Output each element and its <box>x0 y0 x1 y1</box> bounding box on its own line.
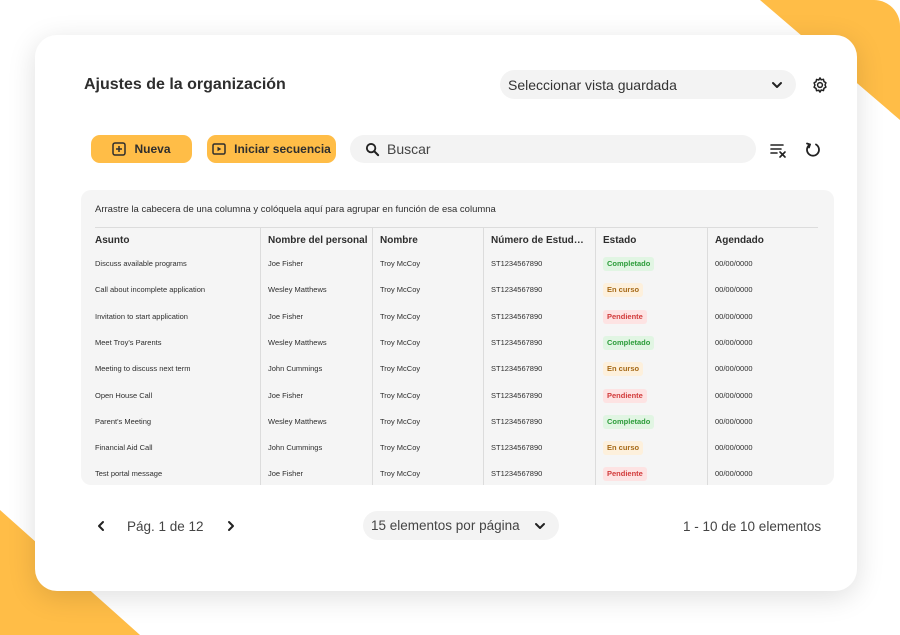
cell-staff: Wesley Matthews <box>268 416 327 426</box>
cell-staff: Joe Fisher <box>268 311 304 321</box>
status-badge: En curso <box>603 441 644 456</box>
status-badge: Pendiente <box>603 388 647 403</box>
table-row[interactable]: Test portal message Joe Fisher Troy McCoy S… <box>81 467 834 485</box>
cell-student-number: ST1234567890 <box>491 416 543 426</box>
table-row[interactable]: Financial Aid Call John Cummings Troy McCo… <box>81 441 834 468</box>
cell-staff: Wesley Matthews <box>268 337 327 347</box>
cell-scheduled: 00/00/0000 <box>715 469 753 479</box>
data-table: Arrastre la cabecera de una columna y co… <box>81 190 834 485</box>
chevron-right-icon[interactable] <box>225 520 237 532</box>
cell-staff: Joe Fisher <box>268 469 304 479</box>
cell-scheduled: 00/00/0000 <box>715 337 753 347</box>
cell-student-number: ST1234567890 <box>491 390 543 400</box>
cell-name: Troy McCoy <box>380 390 421 400</box>
cell-student-number: ST1234567890 <box>491 469 543 479</box>
cell-student-number: ST1234567890 <box>491 364 543 374</box>
cell-name: Troy McCoy <box>380 443 421 453</box>
search-icon <box>365 142 380 156</box>
cell-staff: John Cummings <box>268 443 323 453</box>
status-badge: Completado <box>603 335 655 350</box>
cell-student-number: ST1234567890 <box>491 311 543 321</box>
column-header-staff[interactable]: Nombre del personal <box>268 235 367 246</box>
table-row[interactable]: Meet Troy's Parents Wesley Matthews Troy M… <box>81 335 834 363</box>
cell-name: Troy McCoy <box>380 311 421 321</box>
items-range: 1 - 10 de 10 elementos <box>683 519 822 534</box>
new-button-label: Nueva <box>134 142 171 156</box>
table-row[interactable]: Call about incomplete application Wesley … <box>81 283 834 310</box>
header-divider <box>95 227 818 228</box>
add-square-icon <box>112 142 127 156</box>
cell-name: Troy McCoy <box>380 469 421 479</box>
cell-subject: Invitation to start application <box>95 311 188 321</box>
search-bar <box>350 135 756 163</box>
cell-scheduled: 00/00/0000 <box>715 285 753 295</box>
cell-student-number: ST1234567890 <box>491 285 543 295</box>
cell-name: Troy McCoy <box>380 416 421 426</box>
status-badge: Completado <box>603 414 655 429</box>
new-button[interactable]: Nueva <box>91 135 192 163</box>
column-header-student-number[interactable]: Número de Estud… <box>491 235 584 246</box>
table-row[interactable]: Parent's Meeting Wesley Matthews Troy McCo… <box>81 414 834 442</box>
cell-student-number: ST1234567890 <box>491 337 543 347</box>
cell-subject: Meet Troy's Parents <box>95 337 162 347</box>
items-per-page-select[interactable]: 15 elementos por página <box>363 511 559 540</box>
cell-scheduled: 00/00/0000 <box>715 390 753 400</box>
column-header-status[interactable]: Estado <box>603 235 636 246</box>
start-sequence-button[interactable]: Iniciar secuencia <box>207 135 336 163</box>
cell-scheduled: 00/00/0000 <box>715 259 753 268</box>
items-per-page-label: 15 elementos por página <box>371 518 520 533</box>
status-badge: En curso <box>603 283 644 298</box>
table-row[interactable]: Open House Call Joe Fisher Troy McCoy ST123… <box>81 388 834 416</box>
cell-subject: Discuss available programs <box>95 259 187 268</box>
page-title: Ajustes de la organización <box>84 76 286 93</box>
play-square-icon <box>212 143 226 155</box>
cell-name: Troy McCoy <box>380 285 421 295</box>
column-header-scheduled[interactable]: Agendado <box>715 235 764 246</box>
column-header-name[interactable]: Nombre <box>380 235 418 246</box>
search-input[interactable] <box>387 141 744 157</box>
cell-student-number: ST1234567890 <box>491 259 543 268</box>
cell-subject: Parent's Meeting <box>95 416 152 426</box>
status-badge: En curso <box>603 362 644 377</box>
gear-icon[interactable] <box>811 76 829 94</box>
status-badge: Pendiente <box>603 309 647 324</box>
table-row[interactable]: Discuss available programs Joe Fisher Troy… <box>81 257 834 284</box>
cell-subject: Financial Aid Call <box>95 443 153 453</box>
cell-subject: Test portal message <box>95 469 163 479</box>
cell-scheduled: 00/00/0000 <box>715 311 753 321</box>
cell-scheduled: 00/00/0000 <box>715 416 753 426</box>
saved-view-label: Seleccionar vista guardada <box>508 76 677 93</box>
table-row[interactable]: Meeting to discuss next term John Cumming… <box>81 362 834 389</box>
cell-staff: Wesley Matthews <box>268 285 327 295</box>
refresh-icon[interactable] <box>804 141 822 159</box>
chevron-down-icon <box>535 522 545 529</box>
cell-name: Troy McCoy <box>380 337 421 347</box>
page-indicator: Pág. 1 de 12 <box>127 519 204 534</box>
cell-subject: Open House Call <box>95 390 153 400</box>
cell-scheduled: 00/00/0000 <box>715 364 753 374</box>
status-badge: Completado <box>603 257 655 271</box>
chevron-down-icon <box>772 81 782 88</box>
cell-name: Troy McCoy <box>380 364 421 374</box>
cell-scheduled: 00/00/0000 <box>715 443 753 453</box>
cell-staff: Joe Fisher <box>268 390 304 400</box>
cell-subject: Meeting to discuss next term <box>95 364 191 374</box>
cell-staff: Joe Fisher <box>268 259 304 268</box>
group-drop-zone[interactable]: Arrastre la cabecera de una columna y co… <box>95 204 496 215</box>
cell-name: Troy McCoy <box>380 259 421 268</box>
status-badge: Pendiente <box>603 467 647 482</box>
clear-filter-icon[interactable] <box>770 141 788 159</box>
table-row[interactable]: Invitation to start application Joe Fishe… <box>81 309 834 337</box>
column-header-subject[interactable]: Asunto <box>95 235 129 246</box>
chevron-left-icon[interactable] <box>95 520 107 532</box>
start-sequence-label: Iniciar secuencia <box>234 142 331 156</box>
cell-subject: Call about incomplete application <box>95 285 206 295</box>
cell-student-number: ST1234567890 <box>491 443 543 453</box>
settings-card: Ajustes de la organización Seleccionar v… <box>35 35 857 591</box>
saved-view-select[interactable]: Seleccionar vista guardada <box>500 70 796 99</box>
cell-staff: John Cummings <box>268 364 323 374</box>
